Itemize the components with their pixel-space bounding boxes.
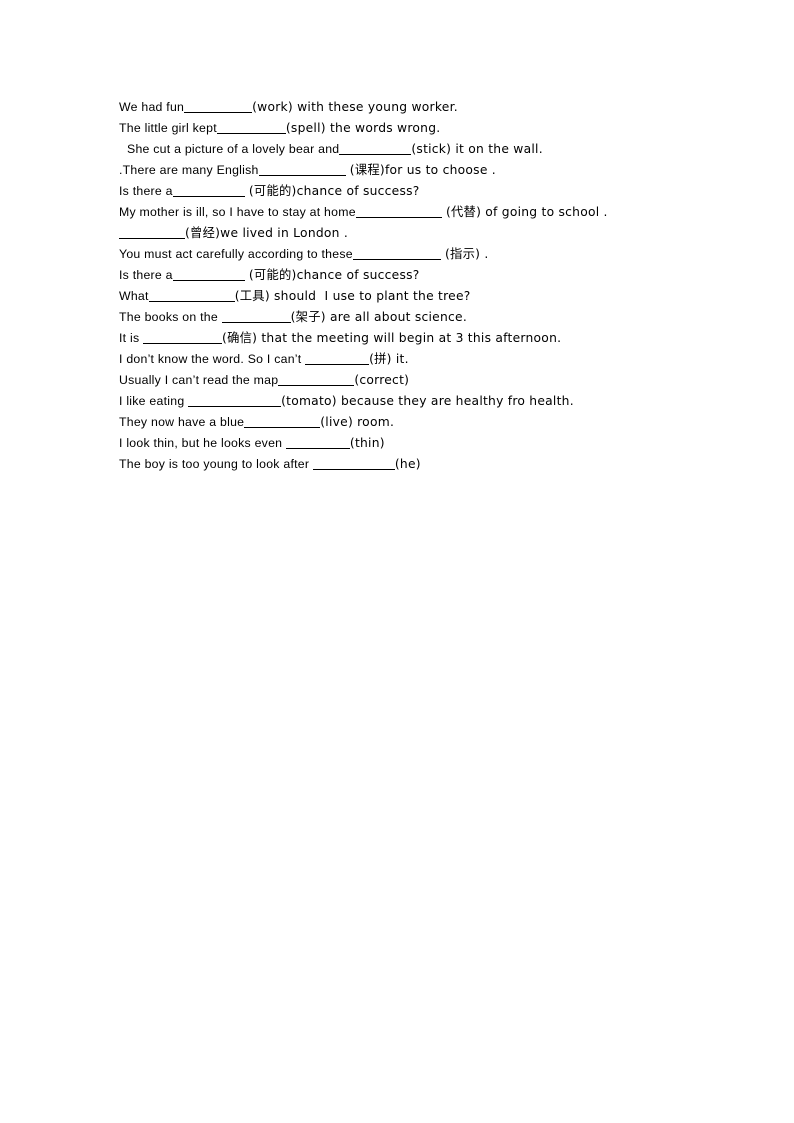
answer-blank[interactable] bbox=[305, 353, 370, 365]
exercise-line: You must act carefully according to thes… bbox=[119, 244, 739, 265]
exercise-line: I like eating (tomato) because they are … bbox=[119, 391, 739, 412]
exercise-line: The books on the (架子) are all about scie… bbox=[119, 307, 739, 328]
exercise-line: (曾经)we lived in London . bbox=[119, 223, 739, 244]
exercise-line: They now have a blue (live) room. bbox=[119, 412, 739, 433]
sentence-suffix: (work) with these young worker. bbox=[252, 100, 458, 114]
answer-blank[interactable] bbox=[258, 164, 346, 176]
sentence-suffix: (live) room. bbox=[320, 415, 395, 429]
sentence-suffix: (代替) of going to school . bbox=[441, 205, 608, 219]
answer-blank[interactable] bbox=[143, 332, 223, 344]
exercise-line: The little girl kept (spell) the words wr… bbox=[119, 118, 739, 139]
sentence-prefix: I like eating bbox=[119, 394, 189, 408]
sentence-prefix: We had fun bbox=[119, 100, 185, 114]
exercise-line: I don’t know the word. So I can’t (拼) it… bbox=[119, 349, 739, 370]
sentence-suffix: (tomato) because they are healthy fro he… bbox=[281, 394, 574, 408]
exercise-line: Usually I can’t read the map (correct) bbox=[119, 370, 739, 391]
exercise-line: She cut a picture of a lovely bear and (s… bbox=[119, 139, 739, 160]
sentence-suffix: (确信) that the meeting will begin at 3 th… bbox=[222, 331, 562, 345]
sentence-prefix: It is bbox=[119, 331, 144, 345]
sentence-suffix: (曾经)we lived in London . bbox=[185, 226, 349, 240]
exercise-line: The boy is too young to look after (he) bbox=[119, 454, 739, 475]
sentence-suffix: (stick) it on the wall. bbox=[411, 142, 543, 156]
answer-blank[interactable] bbox=[119, 227, 185, 239]
document-page: We had fun (work) with these young worker… bbox=[0, 0, 794, 1123]
sentence-prefix: My mother is ill, so I have to stay at h… bbox=[119, 205, 356, 219]
answer-blank[interactable] bbox=[278, 374, 355, 386]
answer-blank[interactable] bbox=[172, 269, 245, 281]
worksheet-body: We had fun (work) with these young worker… bbox=[119, 97, 739, 475]
sentence-prefix: The books on the bbox=[119, 310, 222, 324]
answer-blank[interactable] bbox=[188, 395, 282, 407]
answer-blank[interactable] bbox=[221, 311, 291, 323]
answer-blank[interactable] bbox=[184, 101, 253, 113]
sentence-suffix: (thin) bbox=[349, 436, 385, 450]
answer-blank[interactable] bbox=[148, 290, 235, 302]
sentence-prefix: I don’t know the word. So I can’t bbox=[119, 352, 306, 366]
exercise-line: Is there a (可能的)chance of success? bbox=[119, 181, 739, 202]
answer-blank[interactable] bbox=[285, 437, 350, 449]
sentence-prefix: You must act carefully according to thes… bbox=[119, 247, 353, 261]
sentence-suffix: (拼) it. bbox=[369, 352, 409, 366]
exercise-line: .There are many English (课程)for us to ch… bbox=[119, 160, 739, 181]
exercise-line: What (工具) should I use to plant the tree? bbox=[119, 286, 739, 307]
sentence-prefix: Is there a bbox=[119, 184, 173, 198]
sentence-suffix: (correct) bbox=[354, 373, 410, 387]
sentence-suffix: (课程)for us to choose . bbox=[345, 163, 496, 177]
sentence-prefix: What bbox=[119, 289, 149, 303]
sentence-suffix: (spell) the words wrong. bbox=[285, 121, 441, 135]
answer-blank[interactable] bbox=[352, 248, 441, 260]
sentence-prefix: Usually I can’t read the map bbox=[119, 373, 279, 387]
answer-blank[interactable] bbox=[216, 122, 286, 134]
sentence-suffix: (he) bbox=[394, 457, 421, 471]
answer-blank[interactable] bbox=[244, 416, 321, 428]
answer-blank[interactable] bbox=[339, 143, 412, 155]
sentence-suffix: (架子) are all about science. bbox=[290, 310, 468, 324]
exercise-line: I look thin, but he looks even (thin) bbox=[119, 433, 739, 454]
sentence-prefix: The boy is too young to look after bbox=[119, 457, 313, 471]
answer-blank[interactable] bbox=[172, 185, 245, 197]
exercise-line: My mother is ill, so I have to stay at h… bbox=[119, 202, 739, 223]
answer-blank[interactable] bbox=[355, 206, 442, 218]
answer-blank[interactable] bbox=[312, 458, 395, 470]
sentence-suffix: (指示) . bbox=[440, 247, 489, 261]
sentence-prefix: .There are many English bbox=[119, 163, 259, 177]
sentence-prefix: Is there a bbox=[119, 268, 173, 282]
sentence-prefix: I look thin, but he looks even bbox=[119, 436, 286, 450]
exercise-line: Is there a (可能的)chance of success? bbox=[119, 265, 739, 286]
sentence-suffix: (可能的)chance of success? bbox=[244, 268, 420, 282]
sentence-suffix: (工具) should I use to plant the tree? bbox=[234, 289, 471, 303]
exercise-line: It is (确信) that the meeting will begin a… bbox=[119, 328, 739, 349]
exercise-line: We had fun (work) with these young worker… bbox=[119, 97, 739, 118]
sentence-prefix: She cut a picture of a lovely bear and bbox=[127, 142, 340, 156]
sentence-prefix: The little girl kept bbox=[119, 121, 217, 135]
sentence-prefix: They now have a blue bbox=[119, 415, 245, 429]
sentence-suffix: (可能的)chance of success? bbox=[244, 184, 420, 198]
